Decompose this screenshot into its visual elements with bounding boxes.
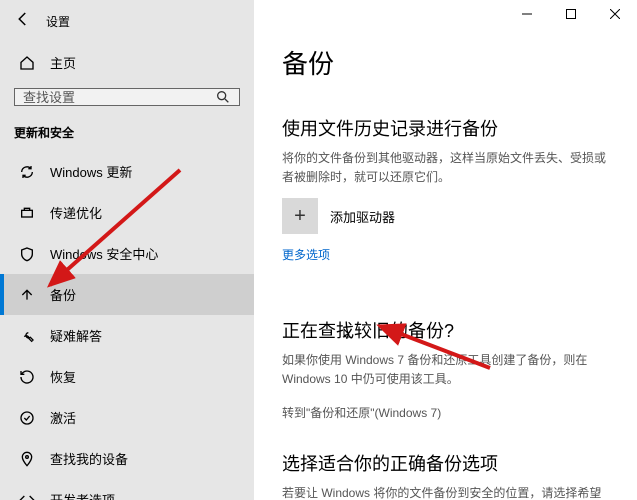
wrench-icon	[18, 328, 36, 344]
more-options-link[interactable]: 更多选项	[282, 246, 330, 263]
search-box[interactable]	[14, 88, 240, 106]
sidebar-item-security[interactable]: Windows 安全中心	[0, 233, 254, 274]
check-icon	[18, 410, 36, 426]
sidebar-item-troubleshoot[interactable]: 疑难解答	[0, 315, 254, 356]
sidebar-section-header: 更新和安全	[0, 118, 254, 151]
sidebar-home[interactable]: 主页	[0, 43, 254, 82]
sidebar-item-label: 开发者选项	[50, 490, 115, 500]
sidebar-item-label: 恢复	[50, 367, 76, 386]
sidebar-item-label: Windows 更新	[50, 162, 132, 181]
section-desc: 将你的文件备份到其他驱动器，这样当原始文件丢失、受损或者被删除时，就可以还原它们…	[282, 149, 609, 186]
sidebar-home-label: 主页	[50, 53, 76, 72]
add-drive-label: 添加驱动器	[330, 207, 395, 226]
section-heading: 使用文件历史记录进行备份	[282, 115, 609, 141]
section-older-backup: 正在查找较旧的备份? 如果你使用 Windows 7 备份和还原工具创建了备份，…	[282, 317, 609, 422]
home-icon	[18, 55, 36, 71]
sidebar-item-label: 备份	[50, 285, 76, 304]
sidebar-item-delivery-optimization[interactable]: 传递优化	[0, 192, 254, 233]
sidebar-item-label: Windows 安全中心	[50, 244, 158, 263]
sync-icon	[18, 164, 36, 180]
sidebar-item-backup[interactable]: 备份	[0, 274, 254, 315]
delivery-icon	[18, 205, 36, 221]
sidebar-item-label: 传递优化	[50, 203, 102, 222]
sidebar-item-recovery[interactable]: 恢复	[0, 356, 254, 397]
shield-icon	[18, 246, 36, 262]
backup-arrow-icon	[18, 287, 36, 303]
maximize-button[interactable]	[549, 0, 593, 28]
section-heading: 正在查找较旧的备份?	[282, 317, 609, 343]
page-title: 备份	[282, 44, 609, 81]
location-icon	[18, 451, 36, 467]
sidebar-item-developer[interactable]: 开发者选项	[0, 479, 254, 500]
recovery-icon	[18, 369, 36, 385]
section-choose-backup: 选择适合你的正确备份选项 若要让 Windows 将你的文件备份到安全的位置，请…	[282, 450, 609, 500]
sidebar-item-activation[interactable]: 激活	[0, 397, 254, 438]
section-desc: 若要让 Windows 将你的文件备份到安全的位置，请选择希望放置文件的位置 -…	[282, 484, 609, 500]
titlebar-left: 设置	[0, 8, 254, 43]
window-title: 设置	[46, 13, 70, 30]
plus-icon: +	[282, 198, 318, 234]
section-heading: 选择适合你的正确备份选项	[282, 450, 609, 476]
content-area: 备份 使用文件历史记录进行备份 将你的文件备份到其他驱动器，这样当原始文件丢失、…	[254, 0, 637, 500]
sidebar-item-label: 激活	[50, 408, 76, 427]
add-drive-button[interactable]: + 添加驱动器	[282, 198, 609, 234]
section-file-history: 使用文件历史记录进行备份 将你的文件备份到其他驱动器，这样当原始文件丢失、受损或…	[282, 115, 609, 289]
minimize-button[interactable]	[505, 0, 549, 28]
sidebar: 设置 主页 更新和安全 Windows 更新 传递优化	[0, 0, 254, 500]
search-icon	[215, 89, 231, 105]
goto-backup-restore-link[interactable]: 转到"备份和还原"(Windows 7)	[282, 404, 441, 421]
code-icon	[18, 492, 36, 500]
sidebar-item-label: 查找我的设备	[50, 449, 128, 468]
back-arrow-icon[interactable]	[14, 10, 32, 33]
sidebar-item-find-device[interactable]: 查找我的设备	[0, 438, 254, 479]
search-input[interactable]	[23, 90, 215, 105]
window-controls	[505, 0, 637, 28]
close-button[interactable]	[593, 0, 637, 28]
sidebar-item-windows-update[interactable]: Windows 更新	[0, 151, 254, 192]
sidebar-item-label: 疑难解答	[50, 326, 102, 345]
section-desc: 如果你使用 Windows 7 备份和还原工具创建了备份，则在 Windows …	[282, 351, 609, 388]
